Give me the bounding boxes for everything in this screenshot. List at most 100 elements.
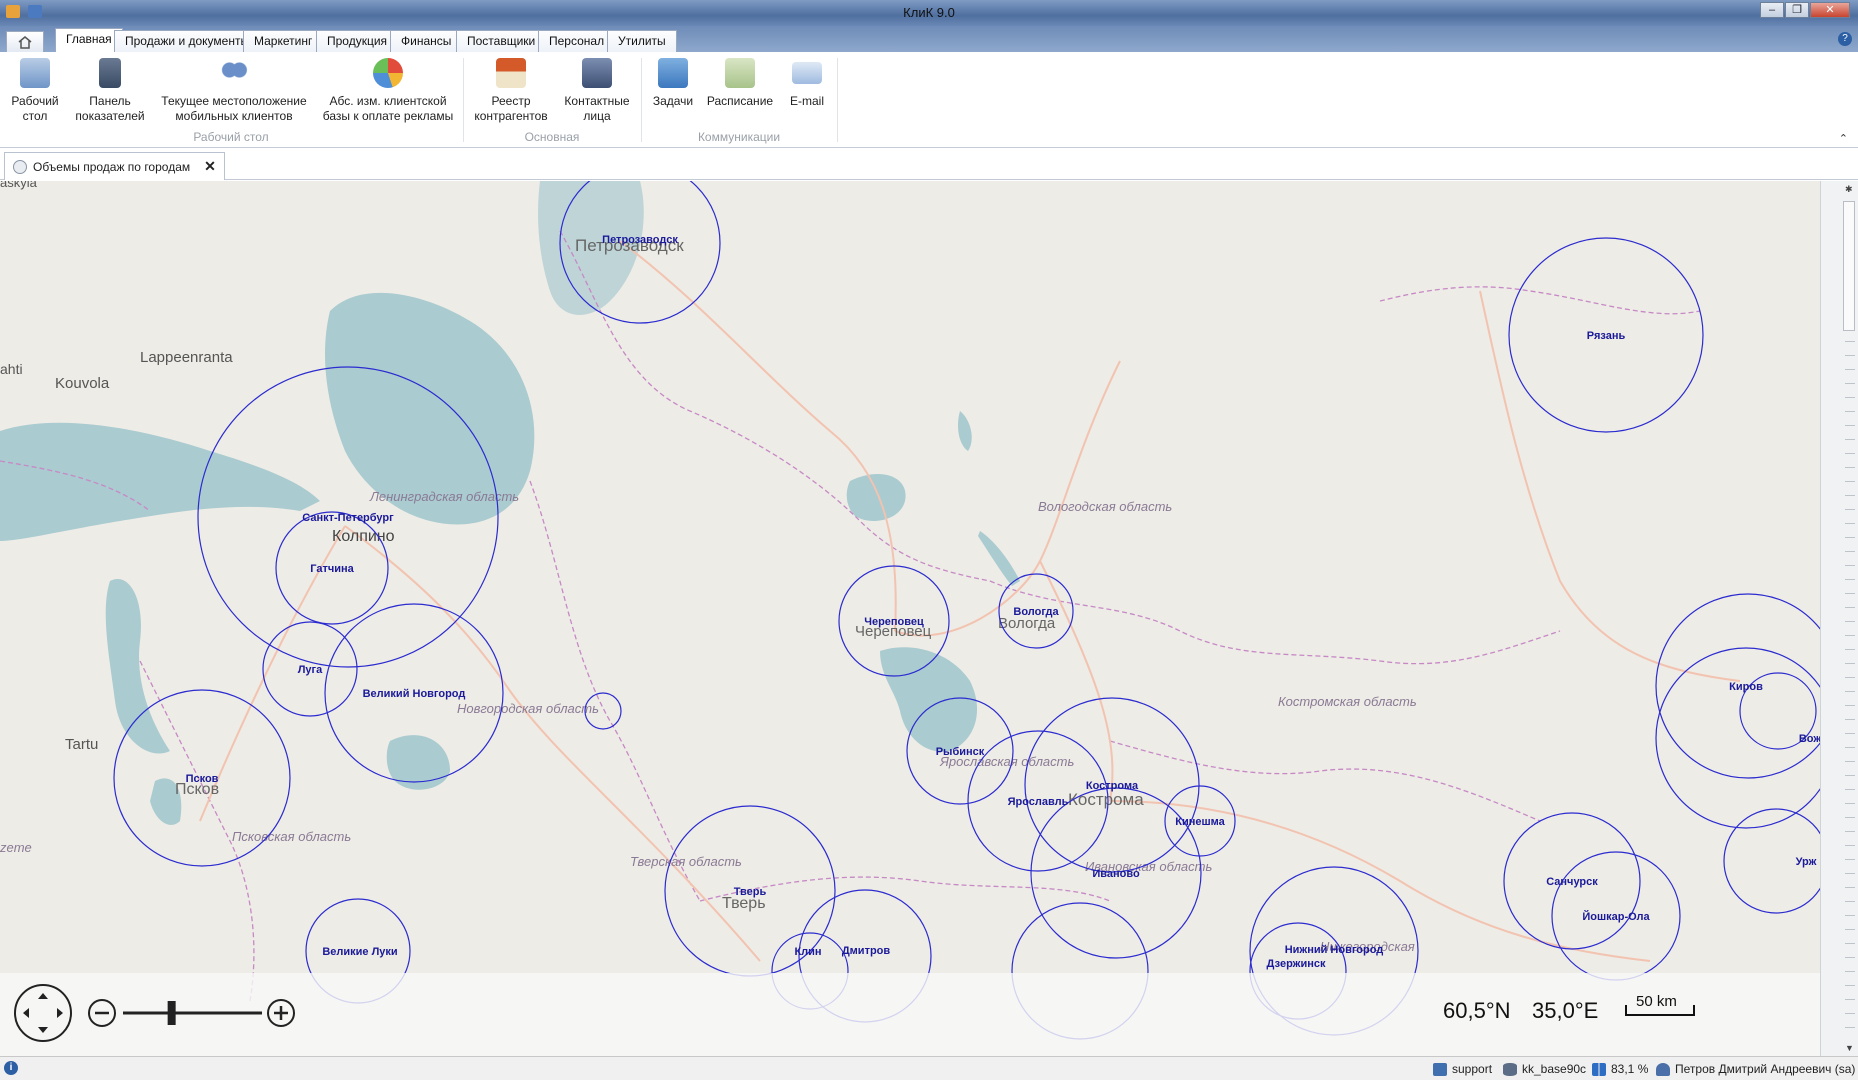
maximize-button[interactable]: ❐ <box>1785 2 1809 18</box>
dashboard-button[interactable]: Панель показателей <box>70 58 150 124</box>
base-label-kouvola: Kouvola <box>55 375 110 392</box>
city-label-urzhum: Урж <box>1796 856 1817 868</box>
database-icon <box>1503 1062 1517 1076</box>
ribbon-panel: Рабочий стол Панель показателей Текущее … <box>0 52 1858 148</box>
tasks-button[interactable]: Задачи <box>648 58 698 109</box>
latitude-readout: 60,5°N <box>1443 998 1511 1023</box>
info-icon[interactable]: i <box>4 1061 18 1075</box>
windows-icon <box>1592 1062 1606 1076</box>
lake-beloye <box>846 473 906 521</box>
scroll-up-icon[interactable]: ✱ <box>1845 184 1853 195</box>
circle-vozh[interactable] <box>1655 647 1820 829</box>
map-control-bar: 60,5°N 35,0°E 50 km <box>0 973 1820 1056</box>
group-label-main: Основная <box>524 130 580 144</box>
status-percent-label: 83,1 % <box>1611 1062 1649 1076</box>
email-icon <box>792 62 822 84</box>
schedule-button[interactable]: Расписание <box>702 58 778 109</box>
base-label-zeme: zeme <box>0 840 32 855</box>
counterparties-label-2: контрагентов <box>474 109 548 123</box>
tab-marketing[interactable]: Маркетинг <box>243 30 324 52</box>
email-button[interactable]: E-mail <box>782 58 832 109</box>
zoom-slider-thumb[interactable] <box>167 1001 176 1025</box>
minimize-button[interactable]: – <box>1760 2 1784 18</box>
tasks-label: Задачи <box>652 94 694 108</box>
server-icon <box>1433 1062 1447 1076</box>
status-database-label: kk_base90c <box>1522 1062 1587 1076</box>
client-base-ad-button[interactable]: Абс. изм. клиентской базы к оплате рекла… <box>318 58 458 124</box>
mobile-clients-location-button[interactable]: Текущее местоположение мобильных клиенто… <box>155 58 313 124</box>
map-vertical-scrollbar[interactable]: ✱ ▼ <box>1820 181 1858 1056</box>
home-icon <box>18 36 32 49</box>
zoom-out-icon[interactable] <box>88 999 116 1027</box>
schedule-label: Расписание <box>706 94 774 108</box>
collapse-ribbon-icon[interactable]: ⌃ <box>1839 132 1848 145</box>
contacts-label-2: лица <box>583 109 611 123</box>
desktop-button[interactable]: Рабочий стол <box>4 58 66 124</box>
group-label-communications: Коммуникации <box>697 130 781 144</box>
home-tab[interactable] <box>6 31 44 52</box>
tab-main[interactable]: Главная <box>55 28 123 52</box>
city-label-novgorod: Великий Новгород <box>363 688 466 700</box>
globe-icon <box>13 159 27 174</box>
status-server: support <box>1433 1062 1492 1076</box>
base-label-kostroma-oblast: Костромская область <box>1278 694 1417 709</box>
status-user-label: Петров Дмитрий Андреевич (sa) <box>1675 1062 1856 1076</box>
city-label-velikie-luki: Великие Луки <box>322 946 397 958</box>
base-label-pskov-oblast: Псковская область <box>232 829 351 844</box>
longitude-readout: 35,0°E <box>1532 998 1599 1023</box>
pan-control-icon[interactable] <box>14 984 72 1042</box>
mobile-clients-label-1: Текущее местоположение <box>161 94 307 108</box>
contacts-button[interactable]: Контактные лица <box>556 58 638 124</box>
city-label-dzerzhinsk: Дзержинск <box>1267 958 1326 970</box>
tab-personnel[interactable]: Персонал <box>538 30 616 52</box>
dashboard-button-label-2: показателей <box>75 109 145 123</box>
dashboard-icon <box>99 58 121 88</box>
desktop-icon <box>20 58 50 88</box>
status-database: kk_base90c <box>1503 1062 1586 1076</box>
tab-products[interactable]: Продукция <box>316 30 399 52</box>
map-canvas[interactable]: Петрозаводск Lappeenranta Kouvola ahti a… <box>0 181 1820 1056</box>
city-label-sanchursk: Санчурск <box>1546 876 1598 888</box>
tab-suppliers[interactable]: Поставщики <box>456 30 547 52</box>
contacts-icon <box>582 58 612 88</box>
city-label-spb: Санкт-Петербург <box>302 512 394 524</box>
city-label-yoshkar-ola: Йошкар-Ола <box>1582 910 1650 923</box>
city-label-kirov: Киров <box>1729 681 1763 693</box>
scroll-down-icon[interactable]: ▼ <box>1845 1043 1854 1053</box>
desktop-button-label-2: стол <box>22 109 48 123</box>
base-label-vologda-oblast: Вологодская область <box>1038 499 1172 514</box>
document-tabs: Объемы продаж по городам ✕ <box>0 148 1858 180</box>
map-view[interactable]: Петрозаводск Lappeenranta Kouvola ahti a… <box>0 181 1820 1056</box>
scale-label: 50 km <box>1636 993 1677 1010</box>
status-server-label: support <box>1452 1062 1493 1076</box>
ribbon-separator <box>837 58 838 142</box>
city-label-pskov: Псков <box>186 773 219 785</box>
base-label-kolpino: Колпино <box>332 528 395 545</box>
gulf-of-finland <box>0 422 320 541</box>
help-icon[interactable]: ? <box>1838 32 1852 46</box>
zoom-in-icon[interactable] <box>267 999 295 1027</box>
city-label-yaroslavl: Ярославль <box>1008 796 1069 808</box>
city-label-cherepovets: Череповец <box>864 616 924 628</box>
close-tab-icon[interactable]: ✕ <box>204 158 216 175</box>
region-borders <box>0 230 1701 1002</box>
close-button[interactable]: ✕ <box>1810 2 1850 18</box>
scroll-thumb[interactable] <box>1843 201 1855 331</box>
base-label-lahti: ahti <box>0 361 23 377</box>
document-tab-sales-by-city[interactable]: Объемы продаж по городам ✕ <box>4 152 225 180</box>
status-user: Петров Дмитрий Андреевич (sa) <box>1656 1062 1855 1076</box>
desktop-button-label-1: Рабочий <box>11 94 59 108</box>
tab-finance[interactable]: Финансы <box>390 30 463 52</box>
window-titlebar: КлиК 9.0 – ❐ ✕ <box>0 0 1858 26</box>
email-label: E-mail <box>789 94 824 108</box>
window-title: КлиК 9.0 <box>903 5 955 20</box>
tab-utilities[interactable]: Утилиты <box>607 30 677 52</box>
lake-peipus <box>105 579 170 754</box>
group-label-desktop: Рабочий стол <box>193 130 269 144</box>
tab-sales[interactable]: Продажи и документы <box>114 30 261 52</box>
city-label-tver: Тверь <box>734 886 767 898</box>
base-label-lappeenranta: Lappeenranta <box>140 349 233 366</box>
client-base-label-2: базы к оплате рекламы <box>322 109 454 123</box>
counterparties-button[interactable]: Реестр контрагентов <box>470 58 552 124</box>
city-label-kostroma: Кострома <box>1086 780 1139 792</box>
